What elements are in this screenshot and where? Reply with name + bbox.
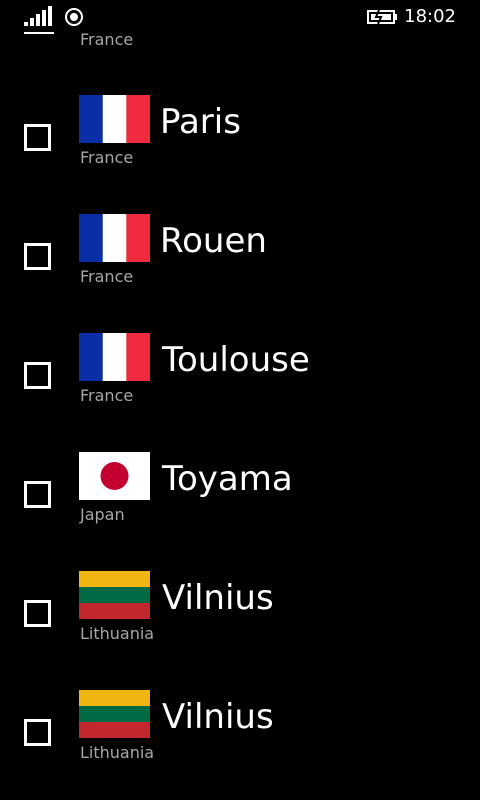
list-item[interactable]: Vilnius Lithuania	[0, 555, 480, 674]
list-item[interactable]: Toulouse France	[0, 317, 480, 436]
country-name: France	[80, 267, 134, 286]
city-name: Toyama	[162, 459, 293, 499]
country-name: Japan	[80, 505, 125, 524]
city-name: Vilnius	[162, 697, 274, 737]
country-name: Lithuania	[80, 624, 155, 643]
city-name: Rouen	[160, 221, 267, 261]
status-bar: 18:02	[0, 0, 480, 34]
lithuania-flag-icon	[79, 571, 150, 619]
country-name: Lithuania	[80, 743, 155, 762]
france-flag-icon	[79, 333, 150, 381]
battery-charging-icon	[367, 9, 397, 25]
france-flag-icon	[79, 214, 150, 262]
signal-underline	[24, 32, 54, 34]
list-item-country: France	[80, 30, 134, 49]
location-icon	[65, 8, 83, 26]
clock: 18:02	[404, 6, 456, 27]
list-item[interactable]: Vilnius Lithuania	[0, 674, 480, 793]
checkbox[interactable]	[24, 600, 51, 627]
city-name: Vilnius	[162, 578, 274, 618]
country-name: France	[80, 148, 134, 167]
list-item[interactable]: Toyama Japan	[0, 436, 480, 555]
lithuania-flag-icon	[79, 690, 150, 738]
france-flag-icon	[79, 95, 150, 143]
city-name: Toulouse	[162, 340, 310, 380]
japan-flag-icon	[79, 452, 150, 500]
checkbox[interactable]	[24, 124, 51, 151]
list-item[interactable]: Rouen France	[0, 198, 480, 317]
checkbox[interactable]	[24, 481, 51, 508]
checkbox[interactable]	[24, 243, 51, 270]
city-name: Paris	[160, 102, 241, 142]
list-item[interactable]: Paris France	[0, 79, 480, 198]
checkbox[interactable]	[24, 362, 51, 389]
signal-strength-icon	[24, 6, 52, 26]
checkbox[interactable]	[24, 719, 51, 746]
country-name: France	[80, 386, 134, 405]
